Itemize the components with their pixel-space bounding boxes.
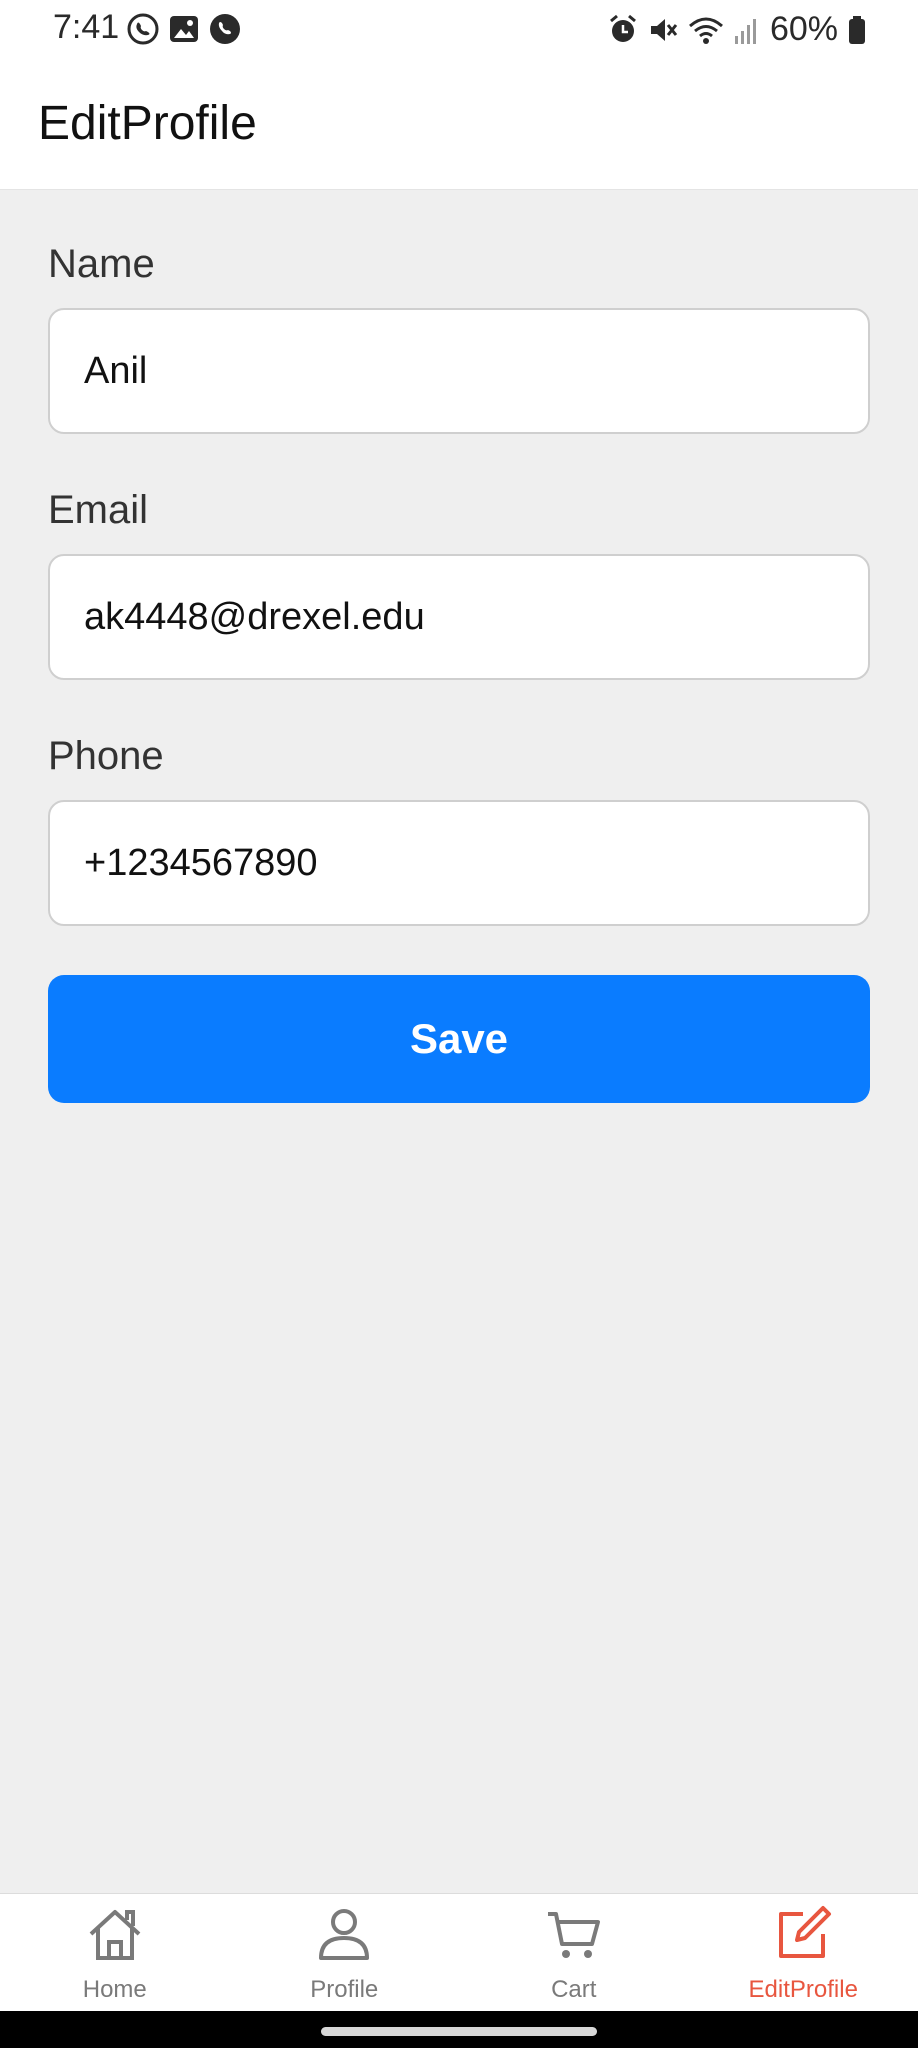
edit-icon	[773, 1902, 833, 1966]
save-button[interactable]: Save	[48, 975, 870, 1103]
tab-profile[interactable]: Profile	[230, 1894, 460, 2011]
name-field[interactable]: Anil	[48, 308, 870, 434]
user-icon	[314, 1902, 374, 1966]
phone-label: Phone	[48, 734, 164, 778]
app-header: EditProfile	[0, 62, 918, 190]
wifi-icon	[688, 14, 724, 46]
edit-profile-screen: 7:41 60% EditProfile Name Anil Email ak4…	[0, 0, 918, 2048]
gallery-icon	[168, 12, 200, 46]
bottom-tab-bar: Home Profile Cart EditProfile	[0, 1893, 918, 2011]
home-gesture-handle[interactable]	[321, 2027, 597, 2036]
tab-label: Profile	[310, 1976, 379, 2003]
battery-icon	[848, 15, 866, 45]
name-label: Name	[48, 242, 155, 286]
system-navigation-bar	[0, 2011, 918, 2048]
status-bar: 7:41 60%	[0, 0, 918, 62]
tab-cart[interactable]: Cart	[459, 1894, 689, 2011]
signal-icon	[734, 14, 760, 46]
cart-icon	[544, 1902, 604, 1966]
tab-home[interactable]: Home	[0, 1894, 230, 2011]
alarm-icon	[608, 14, 638, 46]
battery-percent: 60%	[769, 10, 838, 48]
tab-label: Home	[82, 1976, 147, 2003]
system-icons: 60%	[608, 10, 866, 49]
tab-label: EditProfile	[748, 1976, 858, 2003]
notification-icons	[126, 12, 242, 46]
mute-icon	[648, 14, 678, 46]
status-time: 7:41	[53, 8, 120, 46]
phone-app-icon	[208, 12, 242, 46]
email-label: Email	[48, 488, 149, 532]
email-field[interactable]: ak4448@drexel.edu	[48, 554, 870, 680]
tab-label: Cart	[551, 1976, 597, 2003]
home-icon	[85, 1902, 145, 1966]
tab-editprofile[interactable]: EditProfile	[689, 1894, 918, 2011]
phone-field[interactable]: +1234567890	[48, 800, 870, 926]
whatsapp-icon	[126, 12, 160, 46]
page-title: EditProfile	[38, 97, 257, 150]
